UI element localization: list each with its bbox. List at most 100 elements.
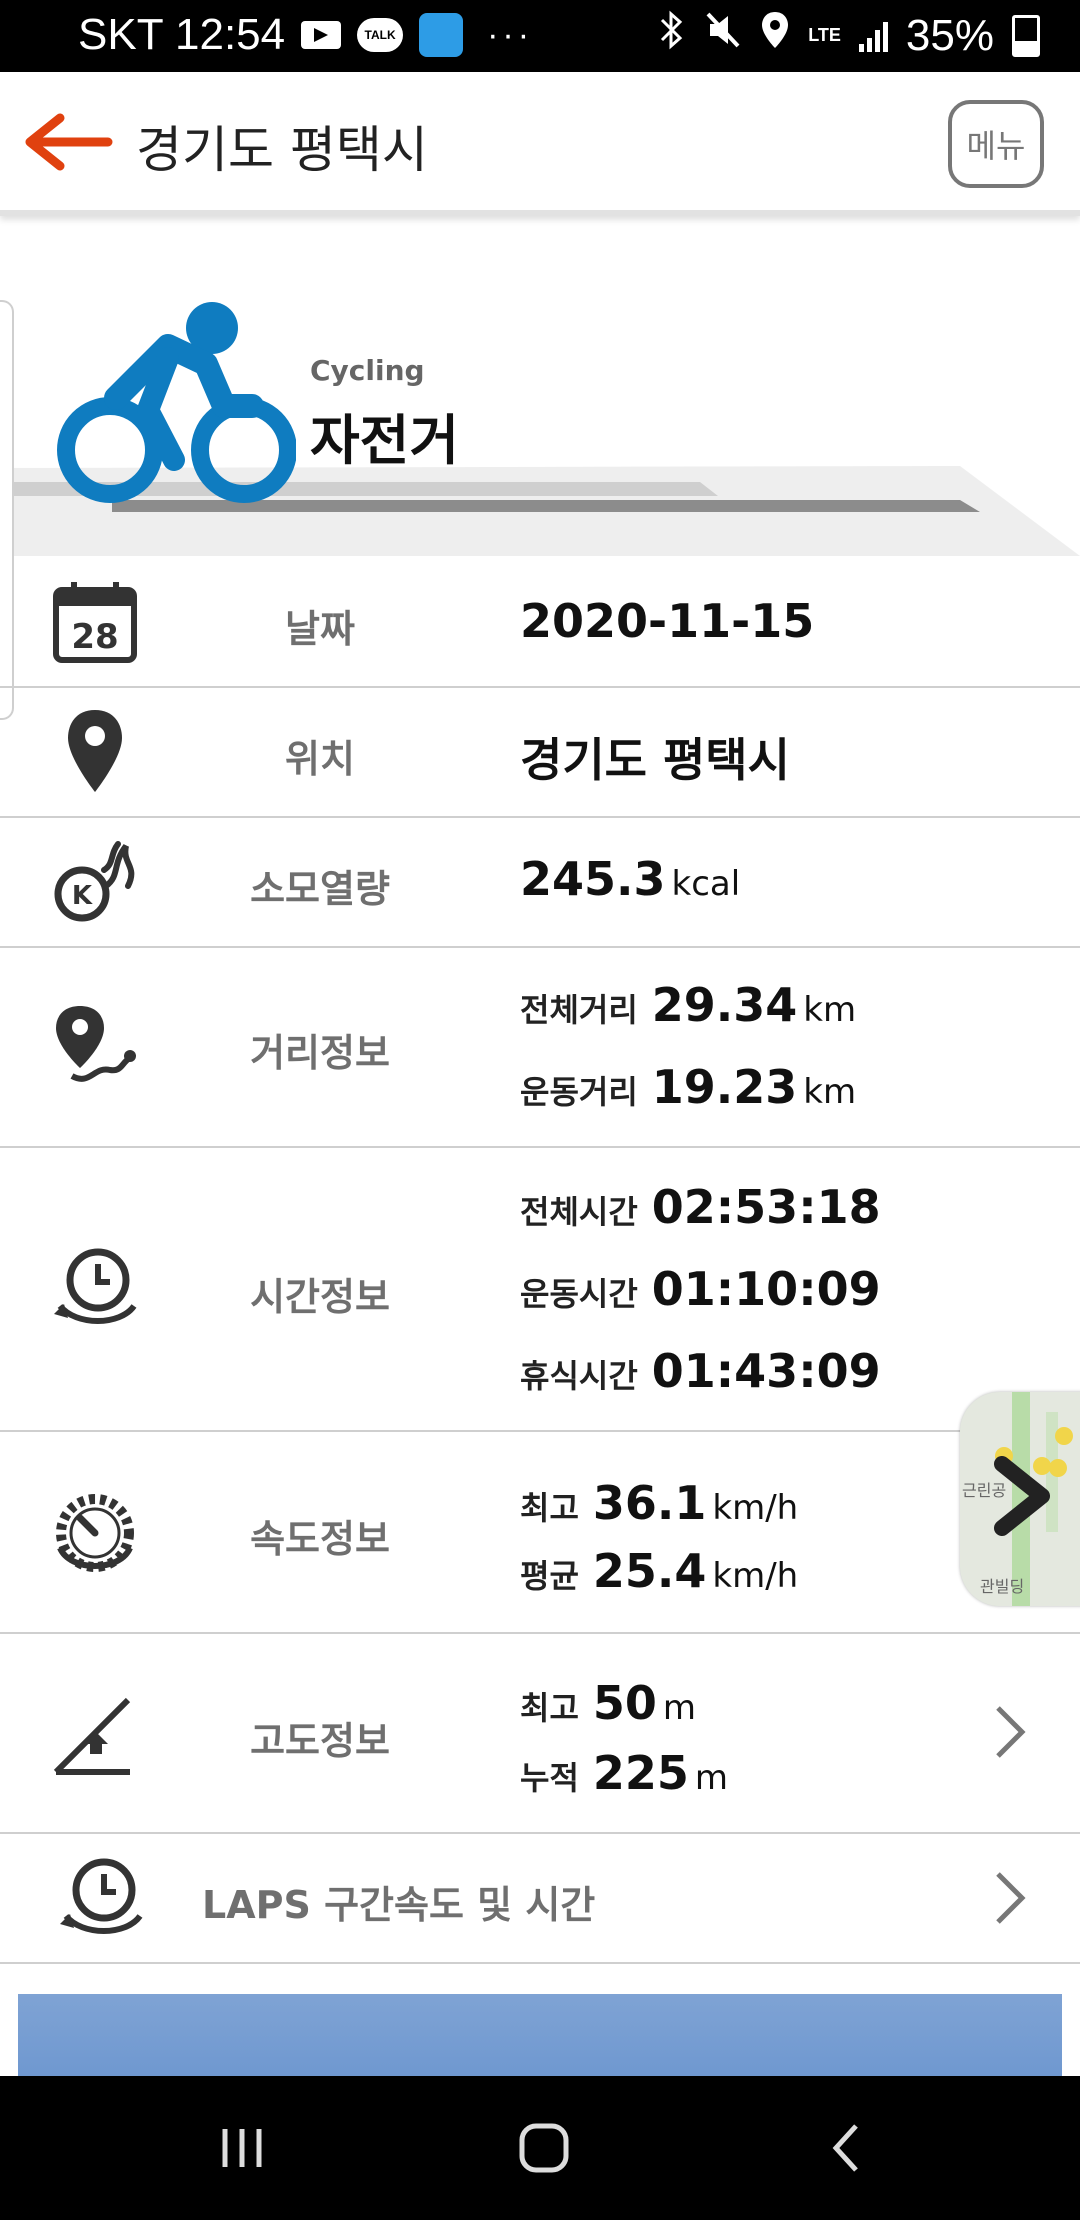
avg-speed-value: 25.4 <box>592 1544 707 1598</box>
total-time-label: 전체시간 <box>520 1193 638 1231</box>
time-row: 시간정보 전체시간 02:53:18 운동시간 01:10:09 휴식시간 01… <box>0 1148 1080 1432</box>
date-row: 28 날짜 2020-11-15 <box>0 556 1080 688</box>
lte-indicator: LTE <box>808 25 841 45</box>
distance-row: 거리정보 전체거리 29.34 km 운동거리 19.23 km <box>0 948 1080 1148</box>
back-arrow-icon <box>25 113 113 171</box>
status-bar: SKT 12:54 TALK ··· LTE 35% <box>0 0 1080 72</box>
max-altitude-line: 최고 50 m <box>520 1676 696 1730</box>
mute-icon <box>704 10 742 61</box>
total-time-line: 전체시간 02:53:18 <box>520 1180 881 1234</box>
route-distance-icon <box>56 1006 136 1082</box>
max-altitude-unit: m <box>662 1688 697 1728</box>
speedometer-icon <box>56 1494 134 1572</box>
location-label: 위치 <box>285 737 355 781</box>
laps-label: LAPS 구간속도 및 시간 <box>202 1883 596 1927</box>
location-icon <box>760 10 790 61</box>
speed-row: 속도정보 최고 36.1 km/h 평균 25.4 km/h <box>0 1432 1080 1634</box>
location-pin-icon <box>68 710 122 792</box>
page-title: 경기도 평택시 <box>136 121 428 179</box>
location-value: 경기도 평택시 <box>520 733 790 787</box>
map-label-building: 관빌딩 <box>980 1577 1024 1596</box>
app-notification-icon <box>419 13 464 57</box>
home-button[interactable] <box>484 2076 604 2220</box>
total-distance-value: 29.34 <box>651 978 798 1032</box>
total-distance-unit: km <box>803 990 857 1030</box>
altitude-label: 고도정보 <box>250 1719 390 1763</box>
laps-row[interactable]: LAPS 구간속도 및 시간 <box>0 1834 1080 1964</box>
app-header: 경기도 평택시 메뉴 <box>0 72 1080 216</box>
system-nav-bar <box>0 2076 1080 2220</box>
max-speed-value: 36.1 <box>592 1476 707 1530</box>
kakaotalk-icon: TALK <box>357 18 404 52</box>
cumulative-altitude-label: 누적 <box>520 1759 579 1797</box>
distance-label: 거리정보 <box>250 1031 390 1075</box>
calendar-day-number: 28 <box>71 617 118 657</box>
date-label: 날짜 <box>285 607 355 651</box>
cumulative-altitude-unit: m <box>694 1758 729 1798</box>
cumulative-altitude-value: 225 <box>592 1746 689 1800</box>
menu-button[interactable]: 메뉴 <box>948 100 1044 188</box>
total-distance-label: 전체거리 <box>520 991 638 1029</box>
youtube-icon <box>301 21 342 49</box>
total-distance-line: 전체거리 29.34 km <box>520 978 856 1032</box>
rest-time-value: 01:43:09 <box>651 1344 881 1398</box>
moving-time-line: 운동시간 01:10:09 <box>520 1262 881 1316</box>
battery-percent: 35% <box>905 10 994 60</box>
back-nav-icon <box>832 2124 858 2172</box>
max-speed-label: 최고 <box>520 1489 579 1527</box>
cycling-icon <box>57 302 296 503</box>
activity-name-en: Cycling <box>310 354 425 387</box>
carrier-time: SKT 12:54 <box>78 10 286 59</box>
back-nav-button[interactable] <box>786 2076 906 2220</box>
max-speed-line: 최고 36.1 km/h <box>520 1476 798 1530</box>
chevron-right-icon <box>996 1706 1026 1758</box>
max-altitude-value: 50 <box>592 1676 657 1730</box>
calories-unit: kcal <box>671 864 741 904</box>
max-altitude-label: 최고 <box>520 1689 579 1727</box>
back-button[interactable] <box>24 112 114 172</box>
location-row: 위치 경기도 평택시 <box>0 688 1080 818</box>
max-speed-unit: km/h <box>712 1488 799 1528</box>
cumulative-altitude-line: 누적 225 m <box>520 1746 728 1800</box>
moving-distance-unit: km <box>803 1072 857 1112</box>
status-left: SKT 12:54 TALK ··· <box>78 10 533 60</box>
calories-label: 소모열량 <box>250 867 390 911</box>
speed-label: 속도정보 <box>250 1517 390 1561</box>
calories-row: K 소모열량 245.3 kcal <box>0 818 1080 948</box>
altitude-slope-icon <box>53 1697 131 1775</box>
recent-apps-button[interactable] <box>182 2076 302 2220</box>
moving-distance-label: 운동거리 <box>520 1073 638 1111</box>
chevron-right-icon <box>996 1872 1026 1924</box>
time-label: 시간정보 <box>250 1275 390 1319</box>
calories-value-line: 245.3 kcal <box>520 852 740 906</box>
rest-time-line: 휴식시간 01:43:09 <box>520 1344 881 1398</box>
moving-distance-line: 운동거리 19.23 km <box>520 1060 856 1114</box>
calories-value: 245.3 <box>520 852 666 906</box>
map-thumbnail: 근린공 관빌딩 <box>960 1392 1080 1606</box>
signal-icon <box>858 20 888 52</box>
date-value: 2020-11-15 <box>520 594 815 648</box>
total-time-value: 02:53:18 <box>651 1180 881 1234</box>
calorie-flame-icon: K <box>54 841 135 922</box>
status-right: LTE 35% <box>658 10 1040 61</box>
battery-icon <box>1012 14 1040 57</box>
home-icon <box>519 2123 569 2173</box>
svg-text:K: K <box>72 881 93 911</box>
recent-apps-icon <box>222 2129 262 2167</box>
moving-time-label: 운동시간 <box>520 1275 638 1313</box>
avg-speed-unit: km/h <box>712 1556 799 1596</box>
avg-speed-label: 평균 <box>520 1557 579 1595</box>
map-thumbnail-button[interactable]: 근린공 관빌딩 <box>960 1392 1080 1606</box>
avg-speed-line: 평균 25.4 km/h <box>520 1544 798 1598</box>
map-label-park: 근린공 <box>962 1481 1006 1500</box>
moving-distance-value: 19.23 <box>651 1060 798 1114</box>
activity-name-ko: 자전거 <box>310 409 460 472</box>
altitude-row[interactable]: 고도정보 최고 50 m 누적 225 m <box>0 1634 1080 1834</box>
moving-time-value: 01:10:09 <box>651 1262 881 1316</box>
bluetooth-icon <box>658 10 686 61</box>
laps-clock-icon <box>60 1858 143 1934</box>
rest-time-label: 휴식시간 <box>520 1357 638 1395</box>
more-notifications-icon: ··· <box>487 15 534 54</box>
clock-icon <box>54 1248 137 1324</box>
activity-photo[interactable] <box>18 1994 1062 2076</box>
